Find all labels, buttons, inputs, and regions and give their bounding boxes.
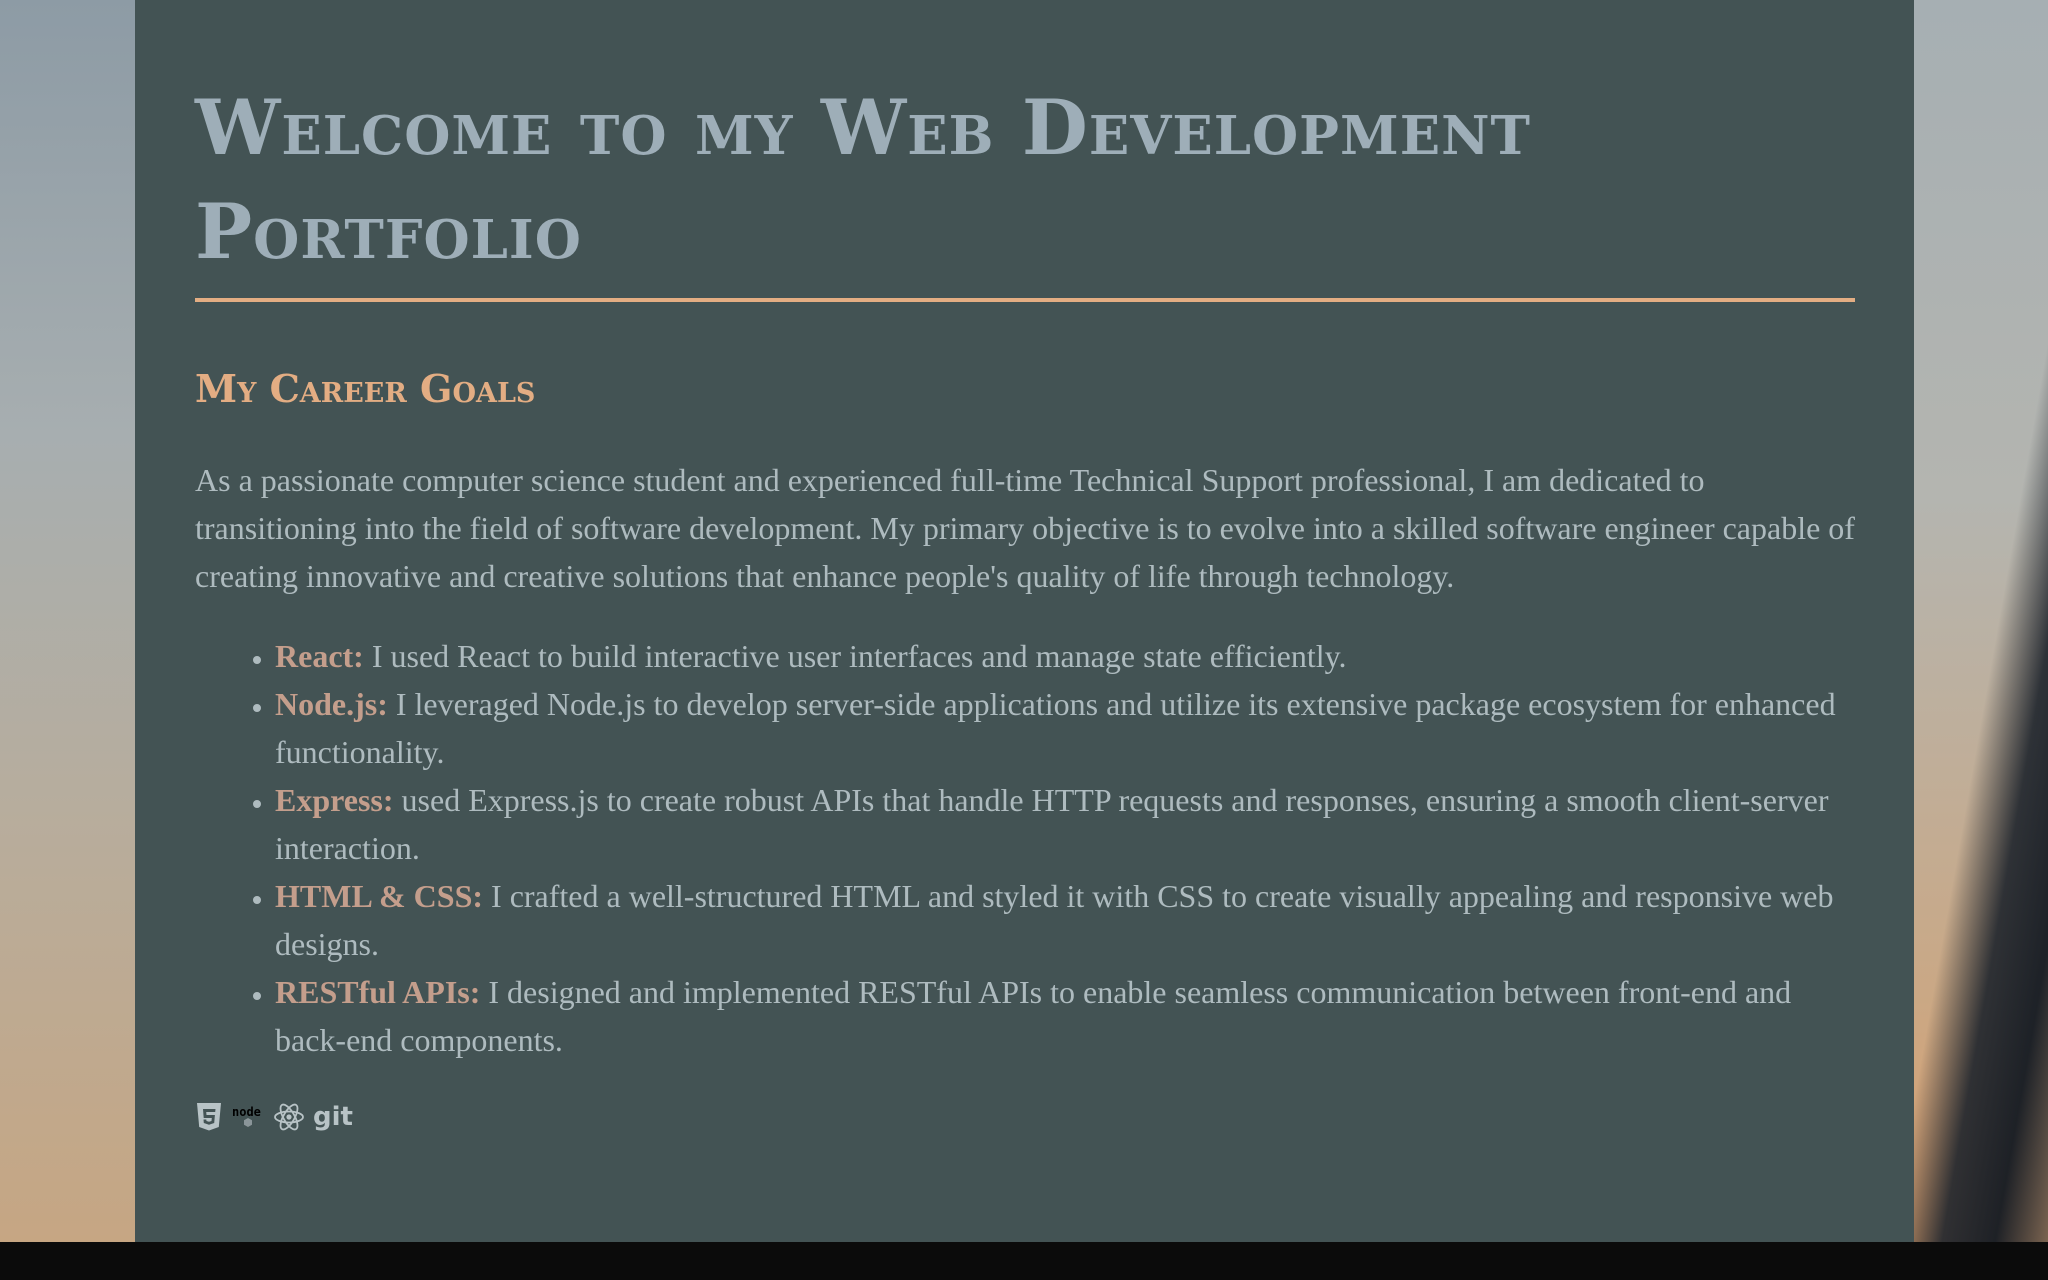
list-item: HTML & CSS: I crafted a well-structured …	[275, 872, 1855, 968]
page-title: Welcome to my Web Development Portfolio	[195, 83, 1531, 276]
skill-name: Node.js:	[275, 686, 388, 722]
career-goals-heading: My Career Goals	[195, 366, 536, 411]
skill-name: HTML & CSS:	[275, 878, 484, 914]
skill-name: React:	[275, 638, 364, 674]
git-icon: git	[313, 1102, 353, 1132]
list-item: React: I used React to build interactive…	[275, 632, 1855, 680]
skill-description: I leveraged Node.js to develop server-si…	[275, 686, 1836, 770]
html5-icon	[195, 1102, 223, 1132]
skill-name: Express:	[275, 782, 394, 818]
career-goals-section: My Career Goals As a passionate computer…	[195, 364, 1855, 1132]
skills-list: React: I used React to build interactive…	[195, 632, 1855, 1064]
react-icon	[273, 1102, 305, 1132]
skill-description: used Express.js to create robust APIs th…	[275, 782, 1829, 866]
list-item: Express: used Express.js to create robus…	[275, 776, 1855, 872]
nodejs-label: node	[232, 1105, 261, 1119]
background-left	[0, 0, 135, 1242]
skill-description: I crafted a well-structured HTML and sty…	[275, 878, 1834, 962]
title-divider	[195, 298, 1855, 302]
background-right	[1914, 0, 2048, 1242]
career-goals-intro: As a passionate computer science student…	[195, 462, 1855, 594]
skill-name: RESTful APIs:	[275, 974, 481, 1010]
nodejs-icon: node	[231, 1102, 265, 1132]
list-item: RESTful APIs: I designed and implemented…	[275, 968, 1855, 1064]
skill-description: I designed and implemented RESTful APIs …	[275, 974, 1792, 1058]
skill-description: I used React to build interactive user i…	[363, 638, 1347, 674]
bottom-bar	[0, 1242, 2048, 1280]
list-item: Node.js: I leveraged Node.js to develop …	[275, 680, 1855, 776]
tech-icons: node git	[195, 1102, 1854, 1132]
content-panel: Welcome to my Web Development Portfolio …	[135, 0, 1914, 1242]
